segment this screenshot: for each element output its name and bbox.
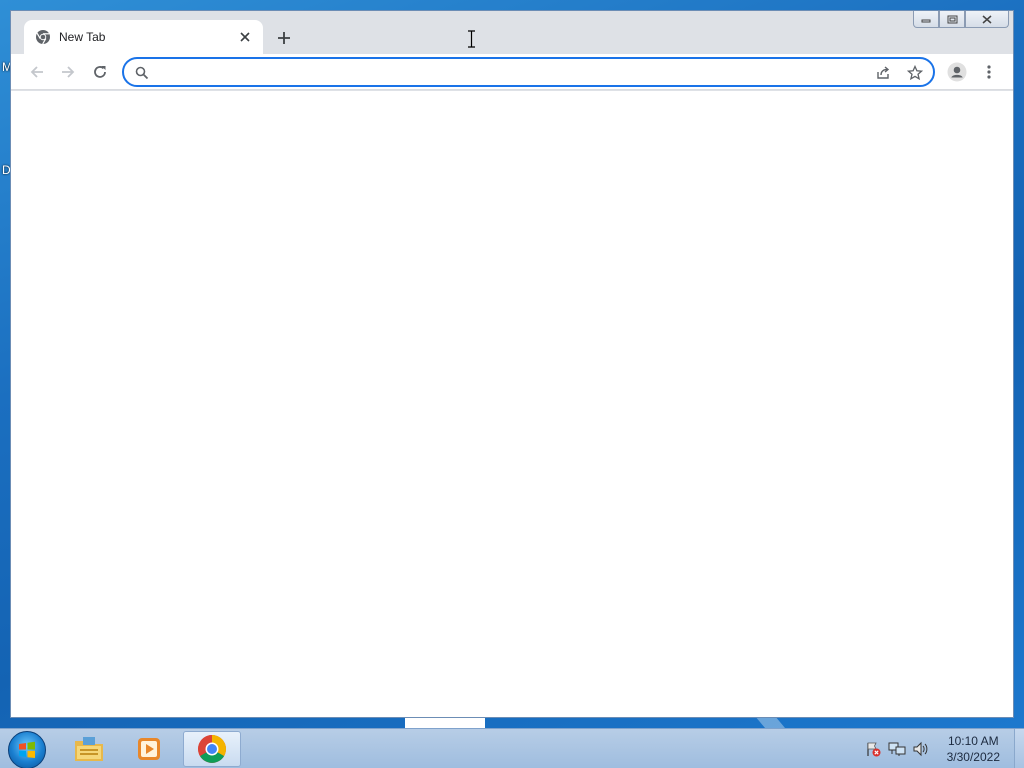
browser-window: New Tab (10, 10, 1014, 718)
share-icon[interactable] (874, 64, 892, 82)
browser-toolbar (11, 54, 1013, 90)
network-icon[interactable] (888, 740, 906, 758)
restore-icon (947, 15, 957, 23)
clock-date: 3/30/2022 (946, 750, 1000, 764)
minimize-icon (921, 19, 931, 23)
plus-icon (278, 32, 290, 44)
text-cursor-icon (468, 30, 475, 48)
address-bar[interactable] (122, 57, 935, 87)
new-tab-button[interactable] (273, 27, 295, 49)
media-player-icon (138, 738, 160, 760)
system-tray: 10:10 AM 3/30/2022 (861, 729, 1024, 768)
forward-button[interactable] (56, 60, 80, 84)
clock[interactable]: 10:10 AM 3/30/2022 (947, 733, 1000, 765)
maximize-button[interactable] (939, 11, 965, 28)
profile-button[interactable] (945, 60, 969, 84)
page-content[interactable] (11, 91, 1013, 717)
back-button[interactable] (25, 60, 49, 84)
taskbar-app-media-player[interactable] (120, 731, 178, 767)
close-window-button[interactable] (965, 11, 1009, 28)
tab-title: New Tab (59, 30, 106, 44)
search-icon (133, 64, 151, 82)
arrow-left-icon (30, 66, 43, 78)
volume-icon[interactable] (912, 740, 930, 758)
show-desktop-button[interactable] (1014, 729, 1024, 768)
chrome-icon (198, 735, 226, 763)
taskbar: 10:10 AM 3/30/2022 (0, 728, 1024, 768)
tab-new-tab[interactable]: New Tab (24, 20, 263, 54)
reload-icon (94, 66, 106, 78)
tab-strip: New Tab (11, 11, 1013, 54)
close-icon (982, 14, 992, 24)
file-explorer-icon (75, 737, 103, 761)
minimize-button[interactable] (913, 11, 939, 28)
address-input[interactable] (158, 63, 858, 81)
menu-button[interactable] (977, 60, 1001, 84)
profile-icon (947, 62, 967, 82)
arrow-right-icon (62, 66, 75, 78)
kebab-menu-icon (987, 65, 991, 79)
chrome-icon (35, 29, 51, 45)
windows-start-icon (19, 741, 35, 758)
window-controls (913, 11, 1009, 28)
taskbar-app-explorer[interactable] (60, 731, 118, 767)
start-button[interactable] (8, 731, 46, 768)
star-icon[interactable] (906, 64, 924, 82)
taskbar-app-chrome[interactable] (183, 731, 241, 767)
clock-time: 10:10 AM (947, 734, 999, 748)
close-icon[interactable] (237, 29, 253, 45)
reload-button[interactable] (88, 60, 112, 84)
action-center-flag-icon[interactable] (864, 740, 882, 758)
